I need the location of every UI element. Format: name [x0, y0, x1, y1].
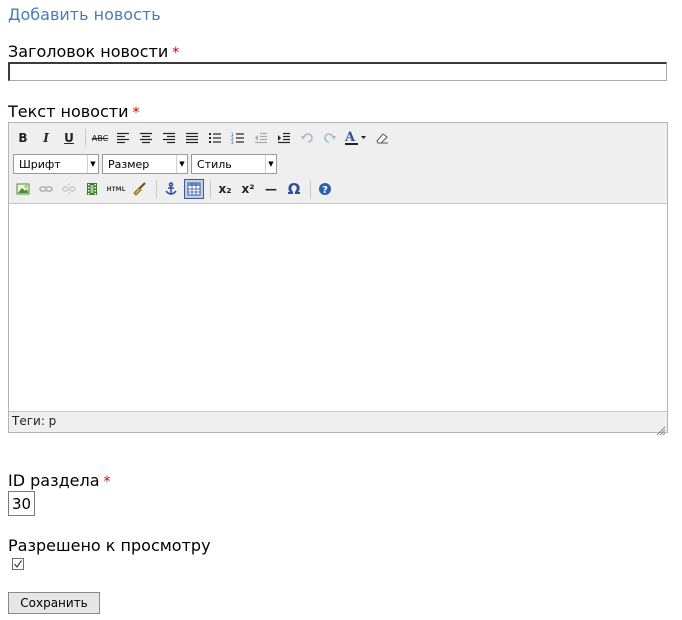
unlink-icon	[62, 183, 76, 195]
help-button[interactable]: ?	[315, 179, 335, 199]
image-icon	[16, 183, 30, 195]
outdent-button[interactable]	[251, 128, 271, 148]
numbered-list-icon: 123	[231, 132, 244, 144]
align-left-button[interactable]	[113, 128, 133, 148]
html-source-button[interactable]: HTML	[105, 179, 127, 199]
special-char-button[interactable]: Ω	[284, 179, 304, 199]
link-icon	[39, 186, 53, 192]
toolbar-separator	[310, 180, 311, 198]
numbered-list-button[interactable]: 123	[228, 128, 248, 148]
eraser-icon	[376, 133, 388, 144]
align-right-icon	[163, 132, 175, 144]
align-left-icon	[117, 132, 129, 144]
chevron-down-icon: ▼	[176, 155, 187, 173]
bullet-list-icon	[209, 133, 221, 143]
rich-text-editor: B I U ABC 123 A Шрифт ▼ Размер ▼ Стиль ▼…	[8, 122, 668, 436]
help-icon: ?	[319, 183, 331, 196]
redo-icon	[324, 133, 336, 143]
undo-icon	[301, 133, 313, 143]
news-title-input[interactable]	[8, 62, 667, 81]
superscript-button[interactable]: x²	[238, 179, 258, 199]
redo-button[interactable]	[320, 128, 340, 148]
align-center-icon	[140, 132, 152, 144]
chevron-down-icon: ▼	[265, 155, 276, 173]
section-id-label: ID раздела *	[8, 471, 111, 490]
insert-image-button[interactable]	[13, 179, 33, 199]
insert-media-button[interactable]	[82, 179, 102, 199]
allowed-label: Разрешено к просмотру	[8, 536, 211, 555]
size-select-label: Размер	[108, 157, 150, 171]
text-color-icon: A	[344, 130, 366, 145]
allowed-checkbox[interactable]	[12, 558, 24, 570]
toolbar-separator	[85, 129, 86, 147]
unlink-button[interactable]	[59, 179, 79, 199]
italic-button[interactable]: I	[36, 128, 56, 148]
checkmark-icon	[14, 560, 22, 568]
style-select-label: Стиль	[197, 157, 232, 171]
editor-toolbar-row-3: HTML x₂ x² — Ω ?	[13, 178, 338, 200]
style-select[interactable]: Стиль ▼	[191, 154, 277, 174]
svg-text:3: 3	[231, 140, 234, 144]
page-title: Добавить новость	[8, 5, 161, 24]
table-icon	[187, 182, 201, 196]
font-select[interactable]: Шрифт ▼	[13, 154, 99, 174]
film-icon	[87, 183, 97, 195]
required-mark: *	[103, 474, 111, 490]
news-title-label: Заголовок новости *	[8, 42, 179, 61]
underline-button[interactable]: U	[59, 128, 79, 148]
subscript-button[interactable]: x₂	[215, 179, 235, 199]
svg-text:?: ?	[322, 185, 328, 196]
insert-table-button[interactable]	[184, 179, 204, 199]
resize-handle[interactable]	[656, 421, 666, 436]
insert-link-button[interactable]	[36, 179, 56, 199]
required-mark: *	[132, 105, 140, 121]
text-color-button[interactable]: A	[343, 128, 369, 148]
size-select[interactable]: Размер ▼	[102, 154, 188, 174]
anchor-icon	[165, 182, 177, 195]
strikethrough-button[interactable]: ABC	[90, 128, 110, 148]
font-select-label: Шрифт	[19, 157, 61, 171]
indent-icon	[278, 132, 290, 144]
undo-button[interactable]	[297, 128, 317, 148]
news-title-label-text: Заголовок новости	[8, 42, 169, 61]
section-id-label-text: ID раздела	[8, 471, 100, 490]
news-text-label-text: Текст новости	[8, 102, 129, 121]
editor-toolbar-row-2: Шрифт ▼ Размер ▼ Стиль ▼	[13, 153, 280, 175]
broom-icon	[133, 182, 146, 196]
align-right-button[interactable]	[159, 128, 179, 148]
bold-button[interactable]: B	[13, 128, 33, 148]
editor-content-area[interactable]	[9, 203, 667, 412]
eraser-button[interactable]	[372, 128, 392, 148]
editor-status-bar: Теги: p	[12, 414, 57, 428]
toolbar-separator	[156, 180, 157, 198]
align-justify-icon	[186, 132, 198, 144]
resize-grip-icon	[656, 426, 666, 436]
horizontal-rule-button[interactable]: —	[261, 179, 281, 199]
save-button[interactable]: Сохранить	[8, 592, 100, 614]
toolbar-separator	[210, 180, 211, 198]
bullet-list-button[interactable]	[205, 128, 225, 148]
cleanup-button[interactable]	[130, 179, 150, 199]
align-center-button[interactable]	[136, 128, 156, 148]
section-id-input[interactable]: 30	[8, 491, 35, 516]
anchor-button[interactable]	[161, 179, 181, 199]
news-text-label: Текст новости *	[8, 102, 139, 121]
align-justify-button[interactable]	[182, 128, 202, 148]
editor-toolbar-row-1: B I U ABC 123 A	[13, 127, 395, 149]
outdent-icon	[255, 132, 267, 144]
chevron-down-icon: ▼	[87, 155, 98, 173]
required-mark: *	[172, 45, 180, 61]
svg-text:A: A	[344, 130, 356, 145]
indent-button[interactable]	[274, 128, 294, 148]
